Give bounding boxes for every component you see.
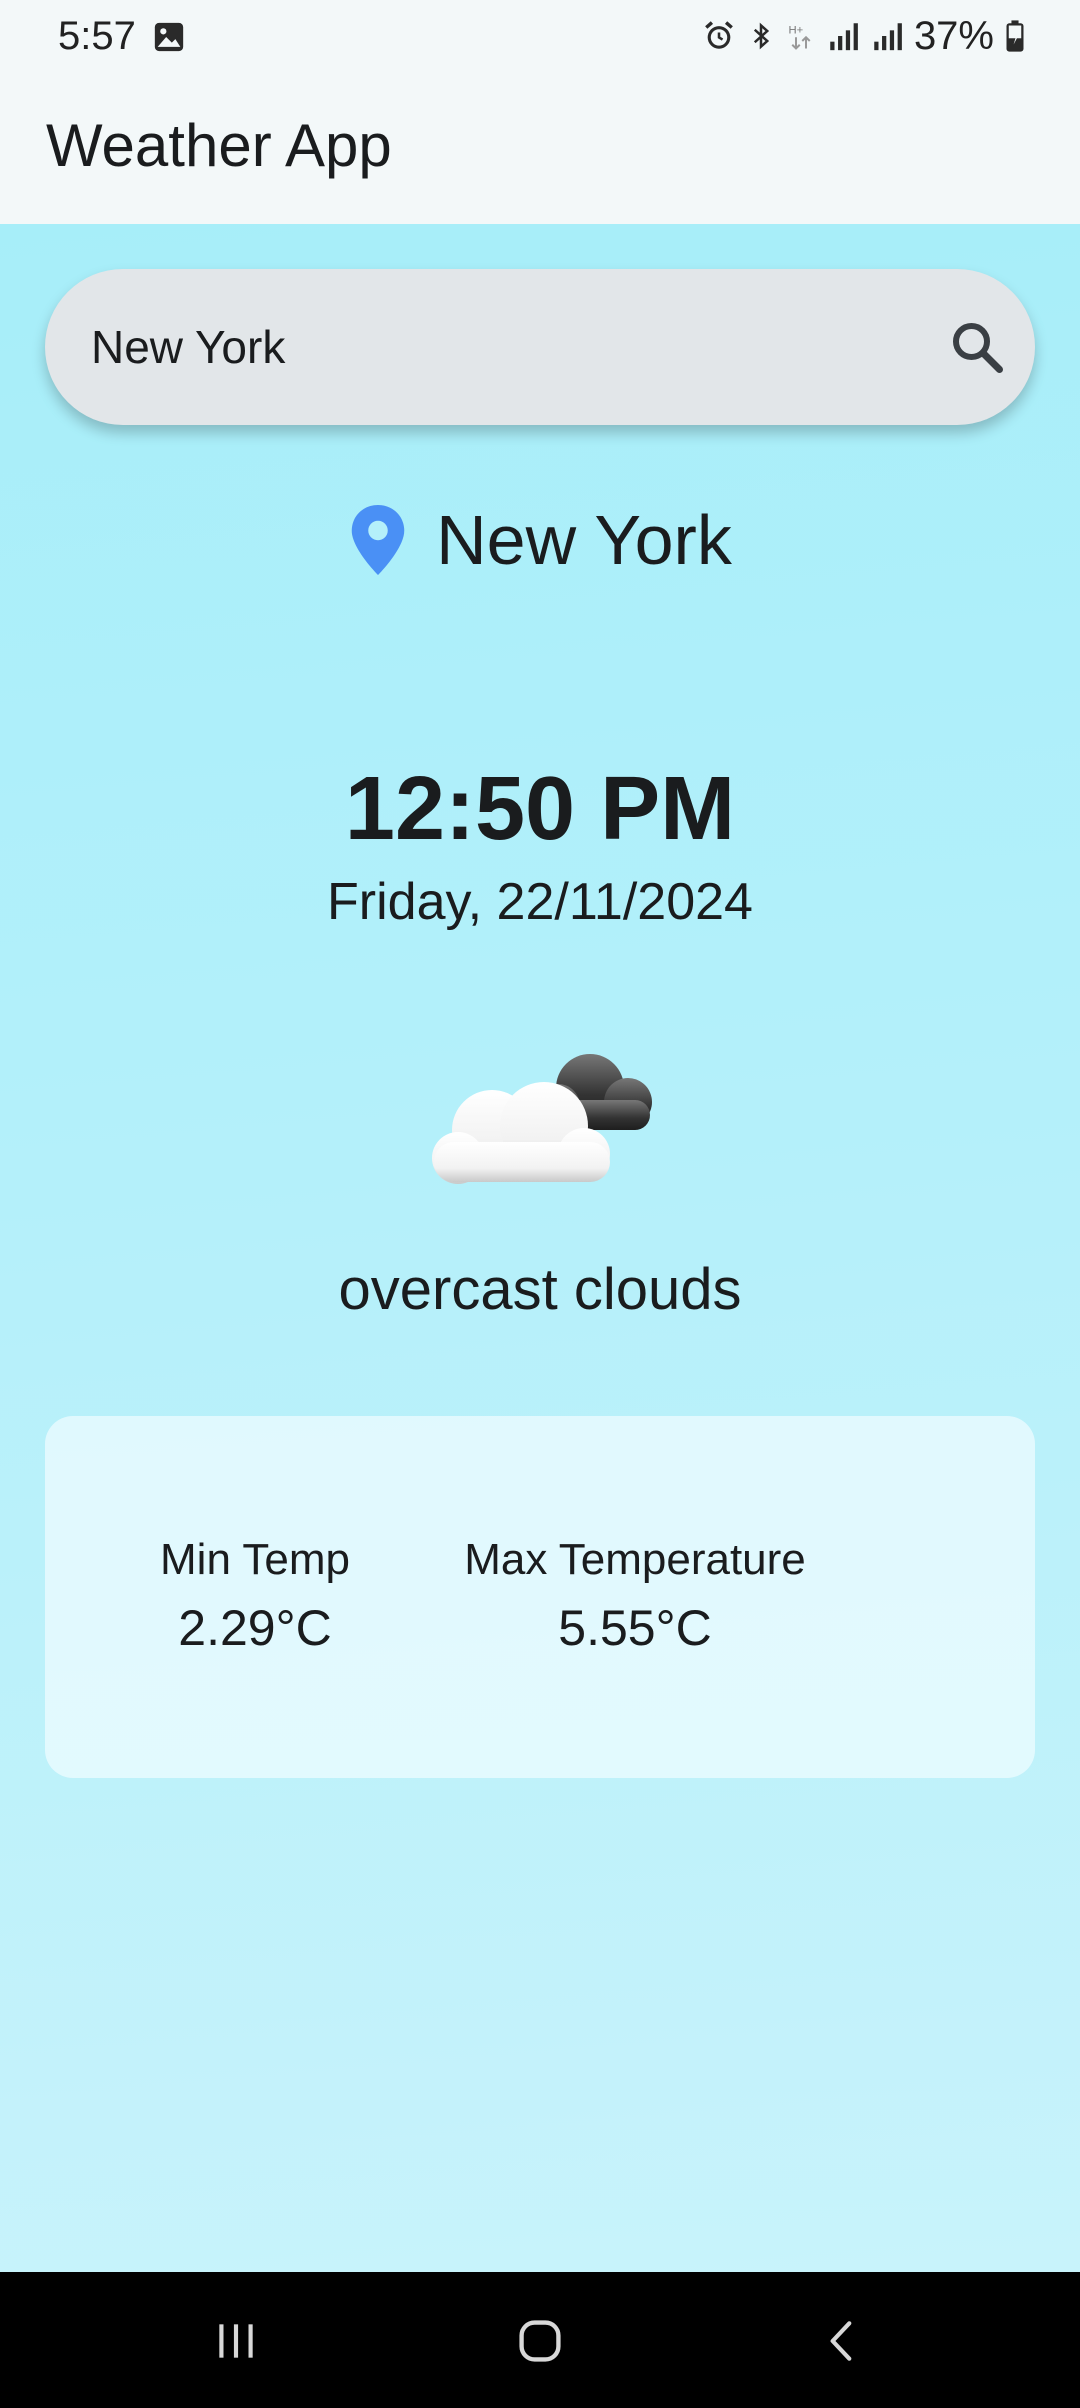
- home-button[interactable]: [500, 2306, 580, 2376]
- battery-percentage: 37%: [913, 14, 994, 58]
- app-bar: Weather App: [0, 72, 1080, 224]
- max-temp-value: 5.55°C: [558, 1600, 712, 1656]
- alarm-icon: [705, 21, 733, 49]
- status-time: 5:57: [58, 14, 136, 58]
- back-button[interactable]: [802, 2306, 882, 2376]
- status-bar: 5:57 H+ 37%: [0, 0, 1080, 72]
- search-bar[interactable]: [45, 269, 1035, 425]
- search-icon[interactable]: [947, 317, 1007, 377]
- back-icon[interactable]: [817, 2316, 867, 2366]
- battery-charging-icon: [1006, 20, 1024, 52]
- svg-text:H+: H+: [788, 25, 803, 37]
- current-date: Friday, 22/11/2024: [327, 873, 753, 931]
- app-title: Weather App: [46, 112, 392, 179]
- max-temp-column: Max Temperature 5.55°C: [430, 1532, 840, 1660]
- weather-description: overcast clouds: [338, 1257, 742, 1322]
- overcast-clouds-icon: [432, 1054, 652, 1184]
- min-temp-value: 2.29°C: [178, 1600, 332, 1656]
- recent-apps-icon[interactable]: [211, 2316, 261, 2366]
- status-icons: H+ 37%: [702, 12, 1026, 60]
- main-content: New York 12:50 PM Friday, 22/11/2024: [0, 224, 1080, 2272]
- location-name: New York: [436, 501, 732, 579]
- recent-apps-button[interactable]: [196, 2306, 276, 2376]
- search-input[interactable]: [91, 309, 911, 385]
- home-icon[interactable]: [514, 2315, 566, 2367]
- min-temp-column: Min Temp 2.29°C: [110, 1532, 400, 1660]
- temperature-card: Min Temp 2.29°C Max Temperature 5.55°C: [45, 1416, 1035, 1778]
- bluetooth-icon: [753, 22, 770, 50]
- data-h-plus-icon: H+: [788, 25, 811, 50]
- gallery-icon: [154, 22, 184, 52]
- navigation-bar: [0, 2272, 1080, 2408]
- signal-icon: [874, 23, 902, 51]
- min-temp-label: Min Temp: [160, 1535, 350, 1584]
- location-pin-icon: [351, 505, 405, 575]
- max-temp-label: Max Temperature: [464, 1535, 806, 1584]
- current-time: 12:50 PM: [344, 759, 736, 859]
- location-row: New York: [0, 492, 1080, 588]
- signal-icon: [830, 23, 858, 51]
